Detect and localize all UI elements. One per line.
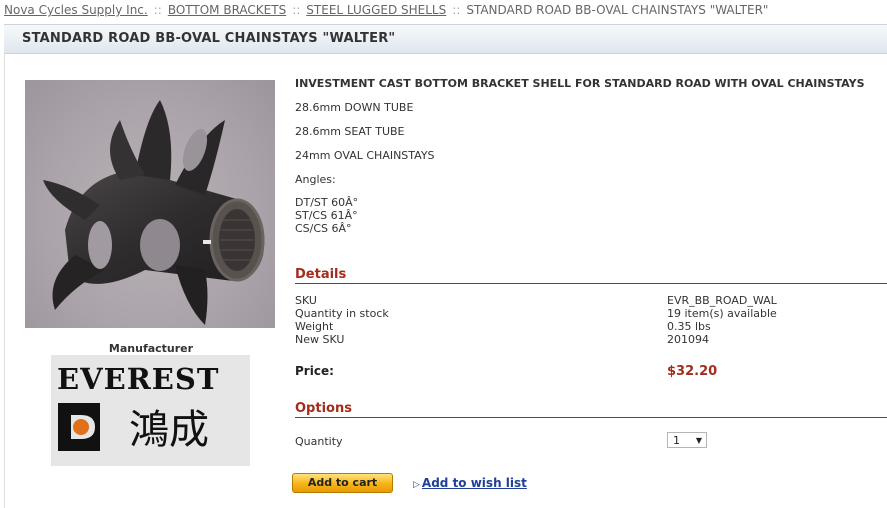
quantity-selected-value: 1 xyxy=(673,434,680,447)
breadcrumb-current: STANDARD ROAD BB-OVAL CHAINSTAYS "WALTER… xyxy=(466,3,769,17)
spec-angle-cs-cs: CS/CS 6Â° xyxy=(295,222,352,235)
weight-value: 0.35 lbs xyxy=(667,320,711,333)
product-title-bar: STANDARD ROAD BB-OVAL CHAINSTAYS "WALTER… xyxy=(4,24,887,54)
product-headline: INVESTMENT CAST BOTTOM BRACKET SHELL FOR… xyxy=(295,77,865,90)
everest-logo-graphic: EVEREST 鴻成 xyxy=(51,355,250,466)
quantity-select[interactable]: 1 ▼ xyxy=(667,432,707,448)
breadcrumb-separator: :: xyxy=(452,3,461,17)
breadcrumb-separator: :: xyxy=(153,3,162,17)
bottom-bracket-shell-illustration xyxy=(43,100,265,325)
page-title: STANDARD ROAD BB-OVAL CHAINSTAYS "WALTER… xyxy=(22,31,396,46)
breadcrumb-link-steel-lugged-shells[interactable]: STEEL LUGGED SHELLS xyxy=(306,3,446,17)
add-to-wishlist: ▷ Add to wish list xyxy=(413,476,527,490)
breadcrumb-link-home[interactable]: Nova Cycles Supply Inc. xyxy=(4,3,148,17)
chevron-down-icon: ▼ xyxy=(695,436,702,445)
product-description: INVESTMENT CAST BOTTOM BRACKET SHELL FOR… xyxy=(295,77,875,235)
manufacturer-label: Manufacturer xyxy=(108,342,194,355)
new-sku-value: 201094 xyxy=(667,333,709,346)
spec-down-tube: 28.6mm DOWN TUBE xyxy=(295,101,414,114)
options-section-title: Options xyxy=(295,401,887,418)
svg-text:EVEREST: EVEREST xyxy=(57,362,219,396)
spec-angles-heading: Angles: xyxy=(295,173,336,186)
add-to-cart-button[interactable]: Add to cart xyxy=(292,473,393,493)
spec-angle-dt-st: DT/ST 60Â° xyxy=(295,196,359,209)
stock-value: 19 item(s) available xyxy=(667,307,777,320)
breadcrumb: Nova Cycles Supply Inc.:: BOTTOM BRACKETS… xyxy=(4,3,768,17)
new-sku-label: New SKU xyxy=(295,333,345,346)
add-to-wishlist-link[interactable]: Add to wish list xyxy=(422,476,527,490)
breadcrumb-link-bottom-brackets[interactable]: BOTTOM BRACKETS xyxy=(168,3,286,17)
breadcrumb-separator: :: xyxy=(292,3,301,17)
spec-seat-tube: 28.6mm SEAT TUBE xyxy=(295,125,405,138)
price-label: Price: xyxy=(295,364,334,378)
price-value: $32.20 xyxy=(667,364,718,379)
sku-label: SKU xyxy=(295,294,317,307)
manufacturer-logo[interactable]: EVEREST 鴻成 xyxy=(51,355,250,466)
quantity-label: Quantity xyxy=(295,435,343,448)
sku-value: EVR_BB_ROAD_WAL xyxy=(667,294,777,307)
arrow-right-icon: ▷ xyxy=(413,480,420,490)
spec-chainstays: 24mm OVAL CHAINSTAYS xyxy=(295,149,435,162)
spec-angle-st-cs: ST/CS 61Â° xyxy=(295,209,358,222)
weight-label: Weight xyxy=(295,320,334,333)
product-image[interactable] xyxy=(25,80,275,328)
svg-text:鴻成: 鴻成 xyxy=(129,407,209,453)
stock-label: Quantity in stock xyxy=(295,307,389,320)
details-section-title: Details xyxy=(295,267,887,284)
